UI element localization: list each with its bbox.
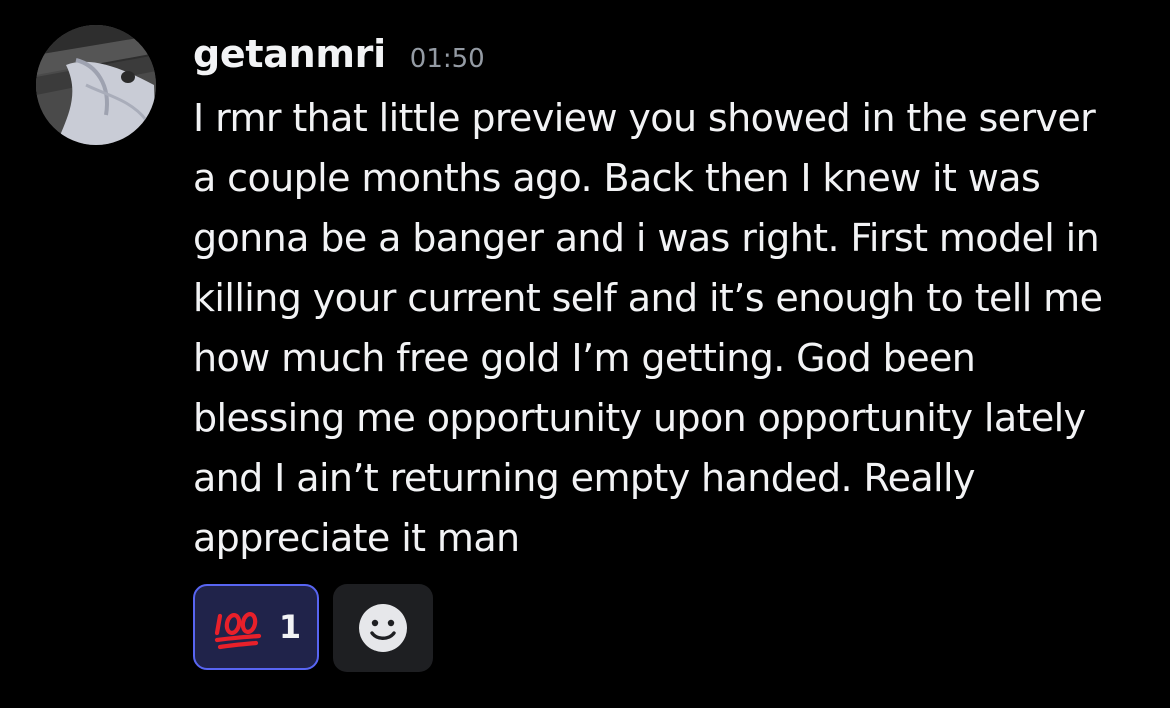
message-content: I rmr that little preview you showed in … — [193, 88, 1153, 568]
chat-message: getanmri 01:50 I rmr that little preview… — [0, 0, 1170, 708]
reaction-hundred-points[interactable]: 1 — [193, 584, 319, 670]
message-timestamp: 01:50 — [409, 44, 485, 74]
message-line: and I ain’t returning empty handed. Real… — [193, 456, 975, 500]
message-line: blessing me opportunity upon opportunity… — [193, 396, 1086, 440]
message-line: appreciate it man — [193, 516, 520, 560]
message-header: getanmri 01:50 — [193, 32, 485, 88]
message-line: killing your current self and it’s enoug… — [193, 276, 1103, 320]
username[interactable]: getanmri — [193, 32, 386, 76]
add-reaction-button[interactable] — [333, 584, 433, 672]
add-reaction-smiley-icon — [359, 604, 407, 652]
message-line: I rmr that little preview you showed in … — [193, 96, 1096, 140]
message-line: how much free gold I’m getting. God been — [193, 336, 976, 380]
user-avatar[interactable] — [36, 25, 156, 145]
message-line: gonna be a banger and i was right. First… — [193, 216, 1100, 260]
avatar-photo-icon — [36, 25, 156, 145]
reactions-bar: 1 — [193, 584, 433, 672]
hundred-points-emoji-icon — [214, 612, 261, 650]
reaction-count: 1 — [278, 608, 302, 646]
message-line: a couple months ago. Back then I knew it… — [193, 156, 1041, 200]
